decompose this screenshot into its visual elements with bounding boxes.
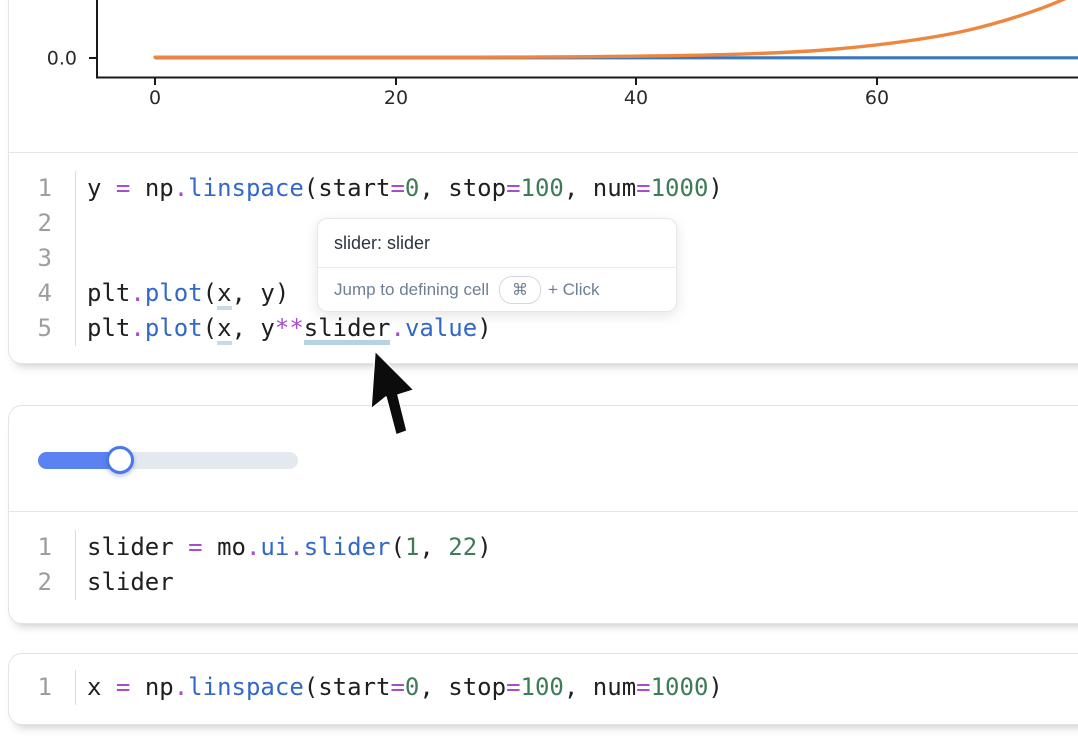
tooltip-click-hint: + Click <box>548 280 599 300</box>
line-number: 5 <box>9 311 76 346</box>
variable-tooltip: slider: slider Jump to defining cell ⌘ +… <box>317 218 677 312</box>
line-number: 4 <box>9 276 76 311</box>
series-orange-curve <box>155 0 1075 57</box>
reactive-variable-ref[interactable]: slider <box>304 314 391 345</box>
code-editor-x-cell[interactable]: 1x = np.linspace(start=0, stop=100, num=… <box>9 653 1078 705</box>
tooltip-action-row[interactable]: Jump to defining cell ⌘ + Click <box>318 268 676 312</box>
line-number: 3 <box>9 241 76 276</box>
line-number: 2 <box>9 565 76 600</box>
reactive-variable-ref[interactable]: x <box>217 314 231 345</box>
slider-thumb[interactable] <box>106 446 134 474</box>
code-line[interactable]: 1x = np.linspace(start=0, stop=100, num=… <box>9 670 1078 705</box>
tooltip-title: slider: slider <box>318 219 676 268</box>
code-editor-slider-cell[interactable]: 1slider = mo.ui.slider(1, 22)2slider <box>9 512 1078 600</box>
code-line[interactable]: 1slider = mo.ui.slider(1, 22) <box>9 530 1078 565</box>
jump-to-defining-cell-label[interactable]: Jump to defining cell <box>334 280 489 300</box>
code-line[interactable]: 2slider <box>9 565 1078 600</box>
x-tick-label: 40 <box>624 87 648 109</box>
x-tick-label: 20 <box>384 87 408 109</box>
code-line[interactable]: 5plt.plot(x, y**slider.value) <box>9 311 1078 346</box>
line-number: 1 <box>9 171 76 206</box>
slider-track[interactable] <box>38 452 298 469</box>
line-number: 1 <box>9 670 76 705</box>
notebook-page: 0.0 0 20 40 60 1y = np.linspace(start=0,… <box>0 0 1078 746</box>
x-tick-label: 60 <box>865 87 889 109</box>
y-tick-label: 0.0 <box>47 48 77 70</box>
command-key-icon: ⌘ <box>499 276 541 304</box>
code-line[interactable]: 1y = np.linspace(start=0, stop=100, num=… <box>9 171 1078 206</box>
cursor-arrow-icon <box>365 349 419 441</box>
x-tick-label: 0 <box>149 87 161 109</box>
reactive-variable-ref[interactable]: x <box>217 279 231 310</box>
line-number: 1 <box>9 530 76 565</box>
line-number: 2 <box>9 206 76 241</box>
matplotlib-figure: 0.0 0 20 40 60 <box>9 0 1078 152</box>
